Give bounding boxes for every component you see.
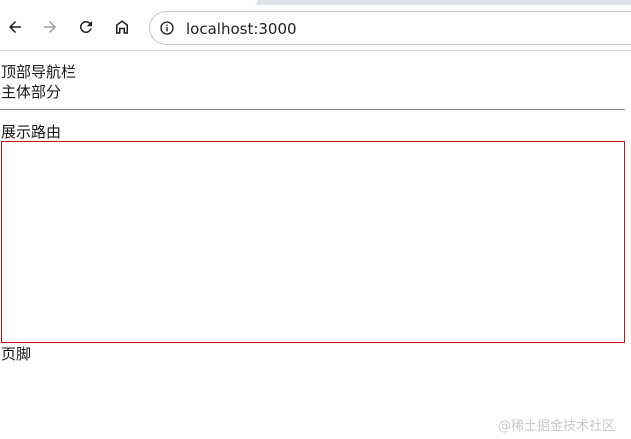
home-icon xyxy=(116,20,128,34)
browser-toolbar: localhost:3000 xyxy=(0,5,631,51)
address-bar-url[interactable]: localhost:3000 xyxy=(186,20,297,38)
arrow-right-icon xyxy=(44,21,56,33)
reload-icon xyxy=(79,20,92,33)
main-section-text: 主体部分 xyxy=(1,83,62,101)
horizontal-divider xyxy=(0,109,625,110)
watermark: @稀土掘金技术社区 xyxy=(497,419,615,434)
router-view-container xyxy=(1,141,625,343)
arrow-left-icon xyxy=(9,21,21,33)
info-icon[interactable] xyxy=(159,20,175,36)
home-button[interactable] xyxy=(108,13,136,41)
page-content: 顶部导航栏 主体部分 展示路由 页脚 xyxy=(0,52,631,439)
address-bar[interactable]: localhost:3000 xyxy=(149,11,631,45)
forward-button[interactable] xyxy=(36,13,64,41)
footer-text: 页脚 xyxy=(1,345,32,363)
route-label: 展示路由 xyxy=(1,123,62,141)
top-nav-text: 顶部导航栏 xyxy=(1,63,77,81)
back-button[interactable] xyxy=(1,13,29,41)
reload-button[interactable] xyxy=(72,13,100,41)
